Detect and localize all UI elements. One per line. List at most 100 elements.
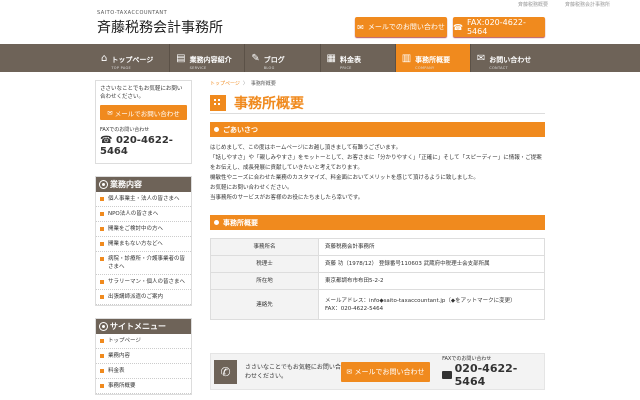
nav-item-company[interactable]: ▥ 事務所概要 COMPANY — [394, 44, 470, 72]
nav-label: 料金表 — [339, 55, 361, 64]
nav-sub: COMPANY — [415, 65, 435, 70]
site-logo[interactable]: SAITO-TAXACCOUNTANT 斉藤税務会計事務所 — [97, 10, 223, 37]
nav-sub: BLOG — [263, 65, 275, 70]
site-menu-heading: サイトメニュー — [96, 319, 191, 334]
bullet-icon — [214, 220, 219, 225]
breadcrumb-home[interactable]: トップページ — [210, 81, 240, 87]
greeting-text: はじめまして、この度はホームページにお越し頂きまして有難うございます。 「話しや… — [210, 143, 545, 203]
site-menu-box: サイトメニュー トップページ 業務内容 料金表 事務所概要 — [95, 318, 192, 395]
footer-fax-number: 020-4622-5464 — [442, 362, 544, 388]
nav-item-blog[interactable]: ✎ ブログ BLOG — [244, 44, 319, 72]
table-row: 連絡先 メールアドレス：info◆saito-taxaccountant.jp（◆… — [210, 289, 545, 320]
logo-subtitle: SAITO-TAXACCOUNTANT — [97, 10, 168, 16]
breadcrumb-current: 事務所概要 — [250, 81, 276, 87]
nav-sub: TOP PAGE — [111, 65, 132, 70]
greeting-line: はじめまして、この度はホームページにお越し頂きまして有難うございます。 — [210, 145, 402, 151]
nav-item-contact[interactable]: ✉ お問い合わせ CONTACT — [469, 44, 545, 72]
header-fax-button[interactable]: ☎ FAX:020-4622-5464 — [453, 17, 545, 37]
sidebar-service-item[interactable]: 個人事業主・法人の皆さまへ — [96, 192, 191, 207]
nav-label: トップページ — [111, 55, 154, 64]
table-key: 税理士 — [210, 255, 319, 273]
site-menu-item[interactable]: 事務所概要 — [96, 379, 191, 394]
sidebar: ささいなことでもお気軽にお問い合わせください。 ✉ メールでお問い合わせ FAX… — [95, 80, 192, 395]
sidebar-mail-button[interactable]: ✉ メールでお問い合わせ — [100, 105, 187, 120]
site-menu-title: サイトメニュー — [110, 322, 166, 331]
nav-label: 業務内容紹介 — [189, 55, 232, 64]
bullet-icon — [100, 181, 107, 188]
table-row: 税理士 斉藤 功（1978/12） 登録番号110603 武蔵府中税理士会支部所属 — [210, 255, 545, 273]
fax-icon: ☎ — [100, 135, 116, 146]
contact-email: メールアドレス：info◆saito-taxaccountant.jp（◆をアッ… — [325, 297, 516, 304]
table-row: 所在地 東京都調布市布田5-2-2 — [210, 272, 545, 290]
nav-sub: CONTACT — [489, 65, 508, 70]
logo-title: 斉藤税務会計事務所 — [97, 20, 223, 36]
outline-title: 事務所概要 — [223, 218, 258, 227]
footer-fax-label: FAXでのお問い合わせ — [442, 356, 492, 362]
greeting-line: 機敏性やニーズに合わせた業務のカスタマイズ、料金面においてメリットを感じて頂ける… — [210, 175, 479, 181]
sidebar-service-item[interactable]: サラリーマン・個人の皆さまへ — [96, 275, 191, 290]
greeting-line: 「話しやすさ」や「親しみやすさ」をモットーとして、お客さまに「分かりやすく」「正… — [210, 155, 542, 171]
pencil-icon: ✎ — [251, 52, 260, 64]
footer-contact-banner: ✆ ささいなことでもお気軽にお問い合わせください。 ✉ メールでお問い合わせ F… — [210, 353, 545, 390]
footer-fax: FAXでのお問い合わせ 020-4622-5464 — [442, 355, 544, 388]
phone-icon: ✆ — [214, 359, 238, 384]
greeting-heading: ごあいさつ — [210, 122, 545, 137]
header-mail-button[interactable]: ✉ メールでのお問い合わせ — [355, 17, 447, 37]
site-menu-item[interactable]: トップページ — [96, 334, 191, 349]
sidebar-service-item[interactable]: 出張講師派遣のご案内 — [96, 290, 191, 305]
footer-cta-text: ささいなことでもお気軽にお問い合わせください。 — [245, 363, 341, 380]
site-menu-item[interactable]: 料金表 — [96, 364, 191, 379]
top-note-2: 斉藤税務会計事務所 — [564, 2, 610, 8]
services-heading: 業務内容 — [96, 177, 191, 192]
table-key: 連絡先 — [210, 289, 319, 320]
greeting-title: ごあいさつ — [223, 125, 258, 134]
footer-mail-label: メールでお問い合わせ — [354, 367, 425, 376]
footer-mail-button[interactable]: ✉ メールでお問い合わせ — [340, 361, 431, 382]
mail-icon: ✉ — [346, 367, 355, 376]
footer-fax-number-text: 020-4622-5464 — [454, 362, 518, 388]
sidebar-fax-number: ☎ 020-4622-5464 — [100, 135, 187, 157]
nav-label: お問い合わせ — [489, 55, 532, 64]
mail-icon: ✉ — [476, 52, 486, 64]
sidebar-contact-box: ささいなことでもお気軽にお問い合わせください。 ✉ メールでお問い合わせ FAX… — [95, 80, 192, 164]
bullet-icon — [100, 323, 107, 330]
site-menu-item[interactable]: 業務内容 — [96, 349, 191, 364]
table-value: 斉藤 功（1978/12） 登録番号110603 武蔵府中税理士会支部所属 — [318, 255, 545, 273]
sidebar-service-item[interactable]: 開業まもない方などへ — [96, 237, 191, 252]
building-icon: ▥ — [401, 52, 412, 64]
nav-sub: PRICE — [339, 65, 352, 70]
greeting-line: 当事務所のサービスがお客様のお役にたちましたら幸いです。 — [210, 195, 364, 201]
sidebar-service-item[interactable]: 病院・診療所・介護事業者の皆さまへ — [96, 252, 191, 275]
top-note-1: 斉藤税務概要 — [517, 2, 548, 8]
mail-icon: ✉ — [107, 108, 115, 117]
sidebar-fax-label: FAXでのお問い合わせ — [100, 127, 150, 133]
greeting-line: お気軽にお問い合わせください。 — [210, 185, 293, 191]
nav-item-price[interactable]: ▦ 料金表 PRICE — [319, 44, 395, 72]
nav-label: ブログ — [263, 55, 285, 64]
nav-sub: SERVICE — [189, 65, 207, 70]
outline-heading: 事務所概要 — [210, 215, 545, 230]
services-title: 業務内容 — [110, 180, 142, 189]
page-title-row: 事務所概要 — [210, 92, 545, 114]
sidebar-service-item[interactable]: 開業をご検討中の方へ — [96, 222, 191, 237]
header-fax-label: FAX:020-4622-5464 — [466, 18, 526, 36]
book-icon: ▤ — [176, 52, 186, 64]
main-content: トップページ〉事務所概要 事務所概要 ごあいさつ はじめまして、この度はホームペ… — [210, 80, 545, 320]
table-row: 事務所名 斉藤税務会計事務所 — [210, 238, 545, 256]
sidebar-cta-text: ささいなことでもお気軽にお問い合わせください。 — [100, 86, 183, 100]
table-value: 斉藤税務会計事務所 — [318, 238, 545, 256]
fax-icon — [442, 371, 452, 379]
contact-fax: FAX：020-4622-5464 — [325, 305, 384, 312]
nav-item-service[interactable]: ▤ 業務内容紹介 SERVICE — [169, 44, 244, 72]
fax-icon: ☎ — [453, 22, 463, 32]
mail-icon: ✉ — [357, 22, 364, 32]
header-mail-label: メールでのお問い合わせ — [367, 23, 445, 31]
sidebar-service-item[interactable]: NPO法人の皆さまへ — [96, 207, 191, 222]
sidebar-mail-label: メールでお問い合わせ — [114, 109, 180, 118]
nav-item-top[interactable]: ⌂ トップページ TOP PAGE — [95, 44, 169, 72]
table-value: メールアドレス：info◆saito-taxaccountant.jp（◆をアッ… — [318, 289, 545, 320]
global-nav: ⌂ トップページ TOP PAGE ▤ 業務内容紹介 SERVICE ✎ ブログ BLOG … — [0, 44, 640, 72]
table-key: 事務所名 — [210, 238, 319, 256]
home-icon: ⌂ — [101, 52, 108, 64]
table-value: 東京都調布市布田5-2-2 — [318, 272, 545, 290]
